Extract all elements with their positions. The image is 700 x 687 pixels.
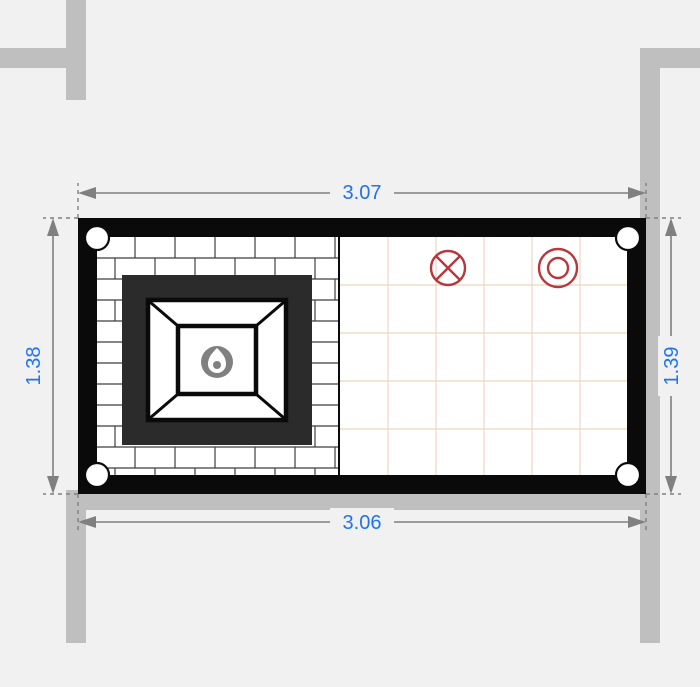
dimension-left-value: 1.38	[23, 347, 45, 386]
dimension-right-value: 1.39	[661, 347, 683, 386]
dimension-bottom-value: 3.06	[343, 512, 382, 534]
dimension-top: 3.07	[78, 178, 646, 218]
dimension-left: 1.38	[20, 218, 78, 494]
tile-surface	[340, 237, 627, 475]
fireplace-icon	[122, 275, 312, 445]
dimension-top-value: 3.07	[343, 182, 382, 204]
